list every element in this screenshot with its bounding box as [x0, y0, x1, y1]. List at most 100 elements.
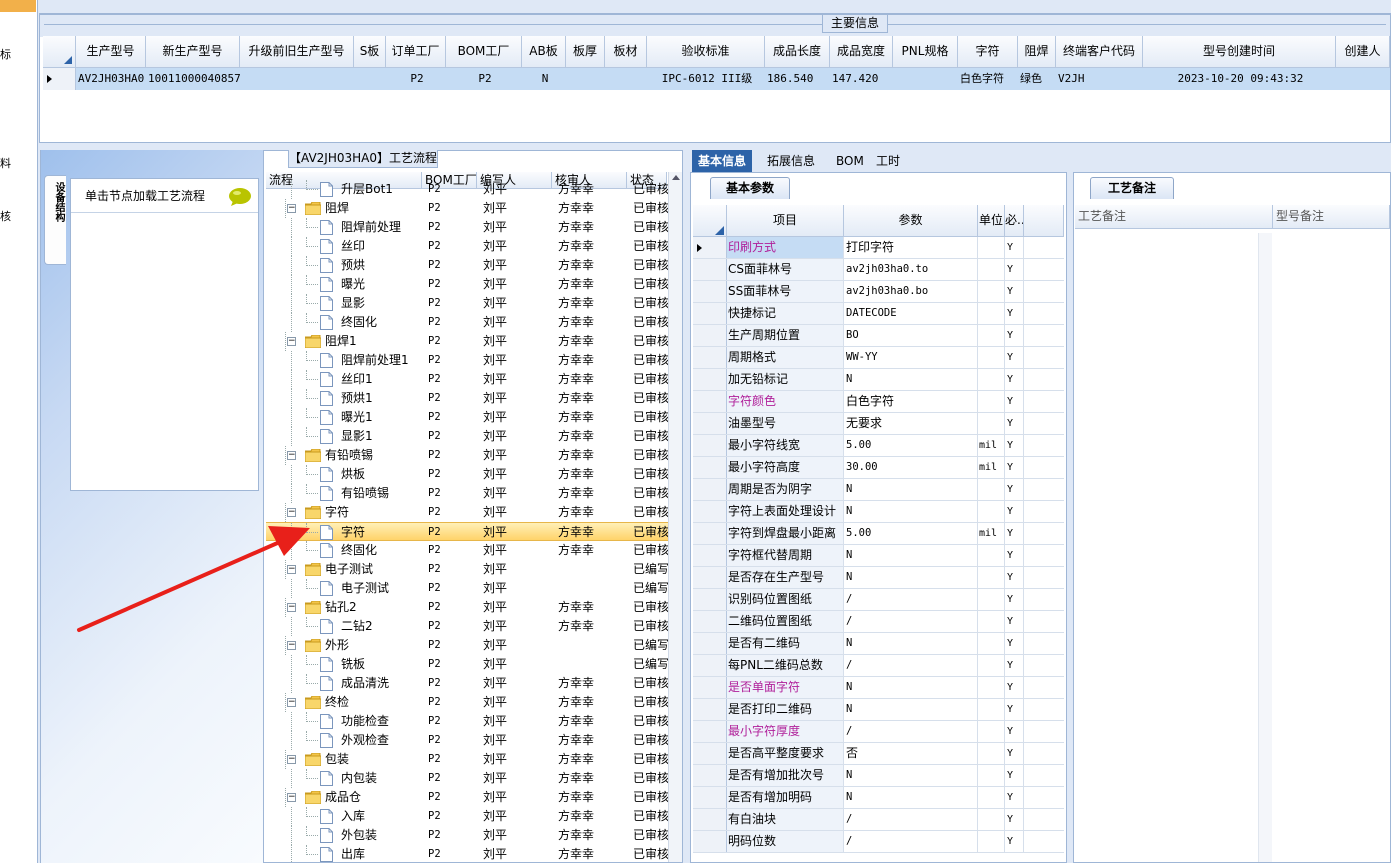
process-step-label[interactable]: 阻焊	[325, 199, 349, 218]
process-row[interactable]: − 外形 P2 刘平 已编写	[266, 636, 668, 655]
author-cell[interactable]: 刘平	[483, 446, 507, 465]
param-value-cell[interactable]: 无要求	[845, 413, 978, 434]
process-step-label[interactable]: 包装	[325, 750, 349, 769]
scroll-up-icon[interactable]	[672, 175, 680, 180]
main-cell[interactable]: 10011000040857	[146, 68, 240, 90]
param-value-cell[interactable]: N	[845, 545, 978, 566]
main-col-header[interactable]: AB板	[522, 36, 566, 68]
main-col-header[interactable]: 字符	[958, 36, 1018, 68]
reviewer-cell[interactable]: 方幸幸	[558, 446, 594, 465]
reviewer-cell[interactable]: 方幸幸	[558, 237, 594, 256]
param-row[interactable]: 印刷方式 打印字符 Y	[693, 237, 1064, 259]
main-col-header[interactable]: 成品宽度	[830, 36, 893, 68]
bom-factory-cell[interactable]: P2	[428, 674, 441, 693]
reviewer-cell[interactable]: 方幸幸	[558, 712, 594, 731]
process-row[interactable]: 功能检查 P2 刘平 方幸幸 已审核	[266, 712, 668, 731]
main-col-header[interactable]: 新生产型号	[146, 36, 240, 68]
status-cell[interactable]: 已审核	[633, 826, 668, 845]
reviewer-cell[interactable]: 方幸幸	[558, 826, 594, 845]
param-unit-cell[interactable]	[978, 567, 1005, 588]
tab-work-hours[interactable]: 工时	[870, 150, 906, 172]
param-required-cell[interactable]: Y	[1005, 435, 1024, 456]
collapse-icon[interactable]: −	[287, 451, 296, 460]
author-cell[interactable]: 刘平	[483, 560, 507, 579]
param-required-cell[interactable]: Y	[1005, 347, 1024, 368]
status-cell[interactable]: 已审核	[633, 750, 668, 769]
process-row[interactable]: − 成品仓 P2 刘平 方幸幸 已审核	[266, 788, 668, 807]
param-value-cell[interactable]: DATECODE	[845, 303, 978, 324]
bom-factory-cell[interactable]: P2	[428, 351, 441, 370]
bom-factory-cell[interactable]: P2	[428, 845, 441, 863]
tab-equipment-structure[interactable]: 设备结构	[44, 175, 66, 265]
author-cell[interactable]: 刘平	[483, 674, 507, 693]
horizontal-splitter[interactable]	[39, 143, 1391, 150]
param-value-cell[interactable]: N	[845, 765, 978, 786]
collapse-icon[interactable]: −	[287, 508, 296, 517]
param-unit-cell[interactable]	[978, 721, 1005, 742]
process-step-label[interactable]: 阻焊前处理	[341, 218, 401, 237]
bom-factory-cell[interactable]: P2	[428, 731, 441, 750]
main-col-header[interactable]: S板	[354, 36, 386, 68]
param-row[interactable]: CS面菲林号 av2jh03ha0.to Y	[693, 259, 1064, 281]
status-cell[interactable]: 已审核	[633, 617, 668, 636]
bom-factory-cell[interactable]: P2	[428, 332, 441, 351]
param-required-cell[interactable]: Y	[1005, 259, 1024, 280]
bom-factory-cell[interactable]: P2	[428, 503, 441, 522]
param-required-cell[interactable]: Y	[1005, 655, 1024, 676]
main-col-header[interactable]: 创建人	[1336, 36, 1390, 68]
status-cell[interactable]: 已审核	[633, 693, 668, 712]
vertical-splitter-left[interactable]	[683, 150, 690, 863]
param-unit-cell[interactable]	[978, 281, 1005, 302]
process-step-label[interactable]: 预烘	[341, 256, 365, 275]
process-step-label[interactable]: 有铅喷锡	[325, 446, 373, 465]
author-cell[interactable]: 刘平	[483, 541, 507, 560]
process-step-label[interactable]: 丝印1	[341, 370, 373, 389]
param-col-header[interactable]: 项目	[727, 205, 844, 237]
reviewer-cell[interactable]: 方幸幸	[558, 541, 594, 560]
process-row[interactable]: 升层Bot1 P2 刘平 方幸幸 已审核	[266, 180, 668, 199]
process-step-label[interactable]: 丝印	[341, 237, 365, 256]
author-cell[interactable]: 刘平	[483, 845, 507, 863]
reviewer-cell[interactable]: 方幸幸	[558, 256, 594, 275]
bom-factory-cell[interactable]: P2	[428, 598, 441, 617]
param-item-cell[interactable]: 字符到焊盘最小距离	[727, 523, 844, 544]
left-nav-label-3[interactable]: 核	[0, 208, 11, 224]
collapse-icon[interactable]: −	[287, 793, 296, 802]
reviewer-cell[interactable]: 方幸幸	[558, 845, 594, 863]
main-col-header[interactable]: 成品长度	[765, 36, 830, 68]
author-cell[interactable]: 刘平	[483, 598, 507, 617]
process-row[interactable]: 内包装 P2 刘平 方幸幸 已审核	[266, 769, 668, 788]
main-col-header[interactable]: 生产型号	[76, 36, 146, 68]
process-row[interactable]: − 阻焊1 P2 刘平 方幸幸 已审核	[266, 332, 668, 351]
param-unit-cell[interactable]	[978, 325, 1005, 346]
param-item-cell[interactable]: 最小字符线宽	[727, 435, 844, 456]
main-cell[interactable]	[566, 68, 605, 90]
param-value-cell[interactable]: 白色字符	[845, 391, 978, 412]
author-cell[interactable]: 刘平	[483, 579, 507, 598]
bom-factory-cell[interactable]: P2	[428, 769, 441, 788]
param-col-header[interactable]: 单位	[978, 205, 1005, 237]
param-unit-cell[interactable]: mil	[978, 457, 1005, 478]
param-item-cell[interactable]: 明码位数	[727, 831, 844, 852]
author-cell[interactable]: 刘平	[483, 351, 507, 370]
reviewer-cell[interactable]: 方幸幸	[558, 523, 594, 542]
reviewer-cell[interactable]: 方幸幸	[558, 750, 594, 769]
tab-bom[interactable]: BOM	[830, 150, 870, 172]
param-unit-cell[interactable]	[978, 809, 1005, 830]
param-required-cell[interactable]: Y	[1005, 545, 1024, 566]
bom-factory-cell[interactable]: P2	[428, 465, 441, 484]
param-item-cell[interactable]: 是否单面字符	[727, 677, 844, 698]
process-row[interactable]: 铣板 P2 刘平 已编写	[266, 655, 668, 674]
process-step-label[interactable]: 字符	[341, 523, 365, 542]
param-unit-cell[interactable]	[978, 479, 1005, 500]
bom-factory-cell[interactable]: P2	[428, 408, 441, 427]
param-required-cell[interactable]: Y	[1005, 567, 1024, 588]
status-cell[interactable]: 已审核	[633, 332, 668, 351]
param-row[interactable]: 油墨型号 无要求 Y	[693, 413, 1064, 435]
param-value-cell[interactable]: /	[845, 831, 978, 852]
status-cell[interactable]: 已审核	[633, 845, 668, 863]
reviewer-cell[interactable]: 方幸幸	[558, 598, 594, 617]
reviewer-cell[interactable]: 方幸幸	[558, 313, 594, 332]
main-cell[interactable]: P2	[446, 68, 522, 90]
process-step-label[interactable]: 预烘1	[341, 389, 373, 408]
